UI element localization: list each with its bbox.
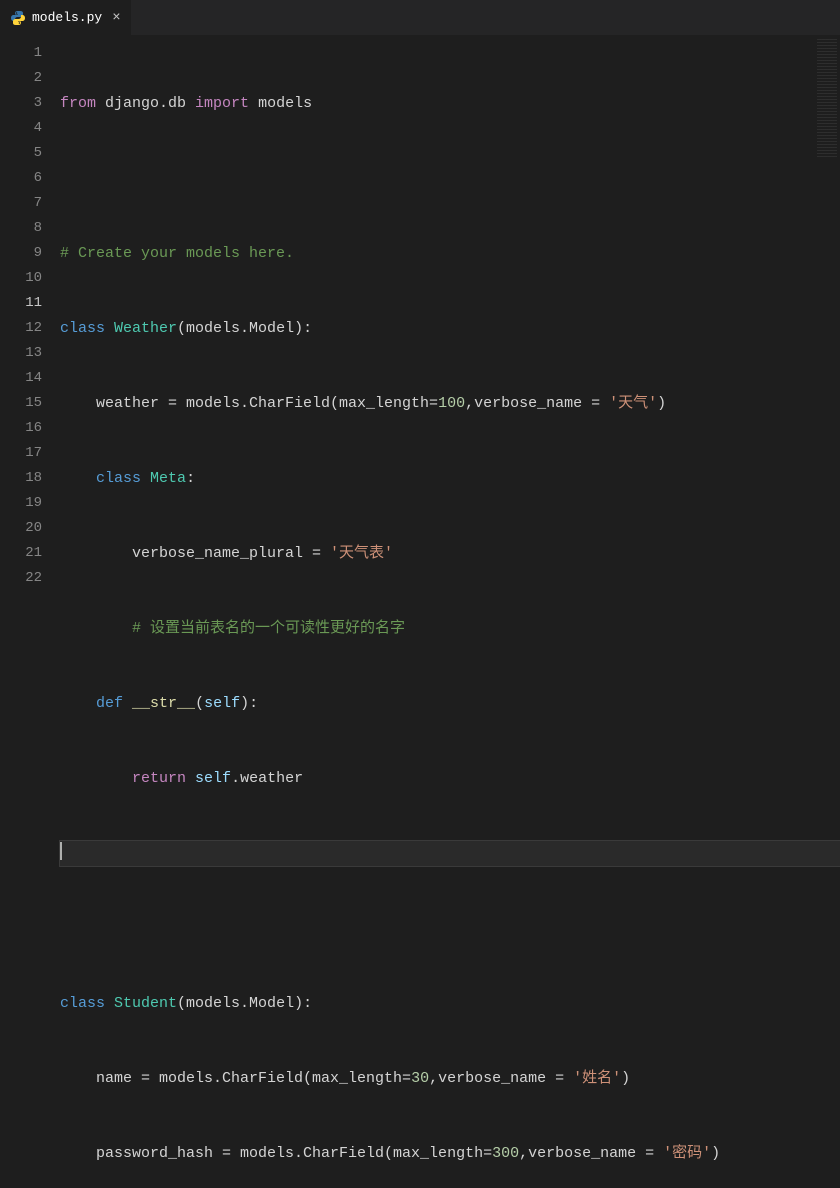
code-line: verbose_name_plural = '天气表' [60, 541, 840, 566]
line-number: 18 [0, 466, 42, 491]
line-number: 22 [0, 566, 42, 591]
line-number-gutter: 1 2 3 4 5 6 7 8 9 10 11 12 13 14 15 16 1… [0, 35, 60, 594]
tab-label: models.py [32, 10, 102, 25]
line-number: 6 [0, 166, 42, 191]
line-number: 20 [0, 516, 42, 541]
code-line: weather = models.CharField(max_length=10… [60, 391, 840, 416]
line-number: 2 [0, 66, 42, 91]
line-number: 14 [0, 366, 42, 391]
line-number: 7 [0, 191, 42, 216]
text-cursor [60, 842, 62, 860]
code-line: # 设置当前表名的一个可读性更好的名字 [60, 616, 840, 641]
line-number: 1 [0, 41, 42, 66]
line-number: 9 [0, 241, 42, 266]
line-number: 17 [0, 441, 42, 466]
line-number: 13 [0, 341, 42, 366]
code-line: from django.db import models [60, 91, 840, 116]
code-line [60, 166, 840, 191]
line-number: 5 [0, 141, 42, 166]
line-number: 3 [0, 91, 42, 116]
line-number: 21 [0, 541, 42, 566]
line-number: 8 [0, 216, 42, 241]
minimap[interactable] [817, 39, 837, 159]
tab-models-py[interactable]: models.py × [0, 0, 132, 35]
line-number: 4 [0, 116, 42, 141]
code-line: return self.weather [60, 766, 840, 791]
code-line: class Student(models.Model): [60, 991, 840, 1016]
code-line: def __str__(self): [60, 691, 840, 716]
line-number: 19 [0, 491, 42, 516]
close-icon[interactable]: × [112, 10, 120, 26]
python-icon [10, 10, 26, 26]
line-number: 16 [0, 416, 42, 441]
editor-area[interactable]: 1 2 3 4 5 6 7 8 9 10 11 12 13 14 15 16 1… [0, 35, 840, 594]
code-content[interactable]: from django.db import models # Create yo… [60, 35, 840, 594]
line-number: 15 [0, 391, 42, 416]
line-number: 10 [0, 266, 42, 291]
code-line [60, 916, 840, 941]
code-line: # Create your models here. [60, 241, 840, 266]
code-line: password_hash = models.CharField(max_len… [60, 1141, 840, 1166]
code-line: class Meta: [60, 466, 840, 491]
line-number: 11 [0, 291, 42, 316]
code-line: class Weather(models.Model): [60, 316, 840, 341]
code-line: name = models.CharField(max_length=30,ve… [60, 1066, 840, 1091]
tab-bar: models.py × [0, 0, 840, 35]
line-number: 12 [0, 316, 42, 341]
code-line-current [60, 841, 840, 866]
